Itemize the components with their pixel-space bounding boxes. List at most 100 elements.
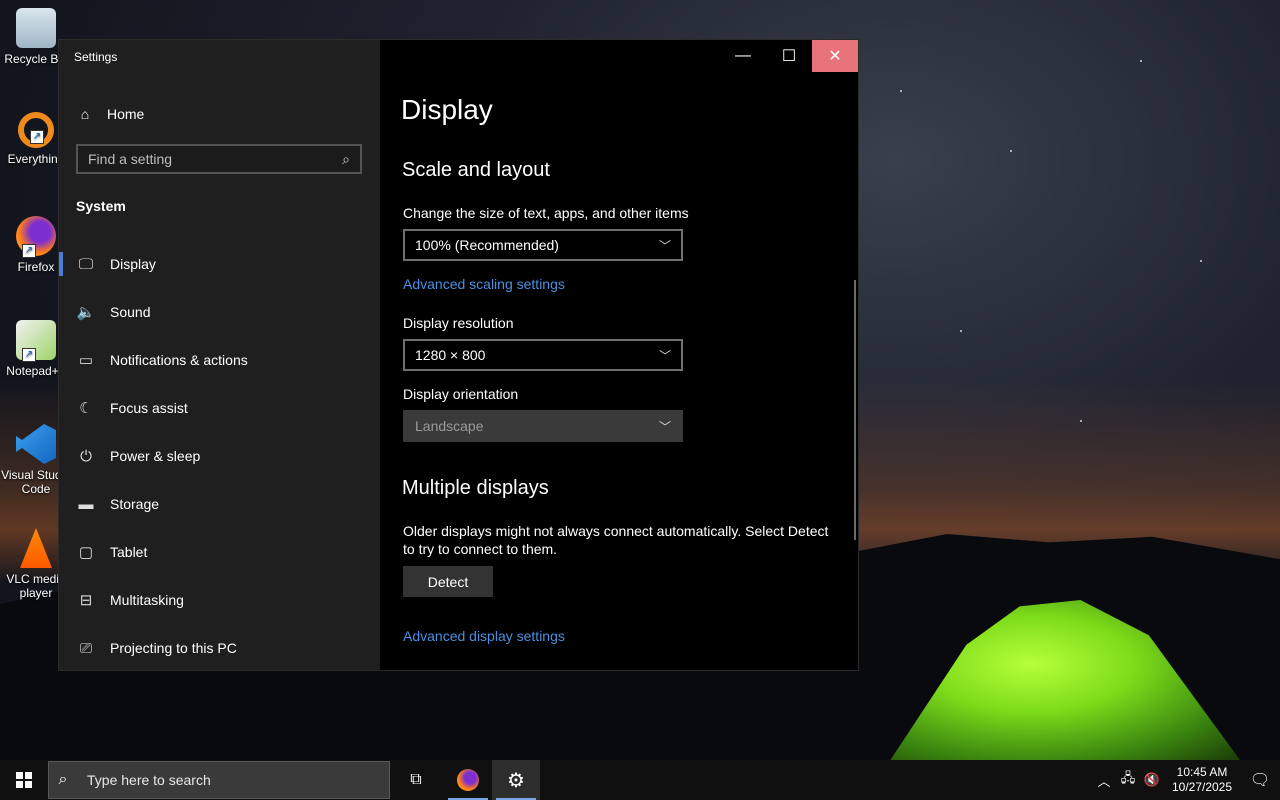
sidebar-home-label: Home (107, 106, 145, 122)
notifications-icon: ▭ (78, 352, 94, 369)
page-title: Display (401, 94, 493, 125)
advanced-display-link[interactable]: Advanced display settings (403, 628, 565, 644)
sidebar-item-focus-assist[interactable]: ☾ Focus assist (59, 384, 380, 432)
sidebar-item-label: Display (110, 256, 156, 272)
wallpaper-star (1080, 420, 1082, 422)
sidebar-item-power-sleep[interactable]: ⏻ Power & sleep (59, 432, 380, 480)
chevron-down-icon: ﹀ (658, 348, 671, 363)
search-icon: ⌕ (58, 771, 68, 788)
sidebar-item-display[interactable]: 🖵 Display (59, 240, 380, 288)
find-setting-search[interactable]: ⌕ (76, 144, 362, 174)
projecting-icon: ⎚ (79, 639, 92, 657)
shortcut-arrow-icon: ↗ (22, 348, 36, 362)
minimize-icon: — (735, 47, 751, 64)
notepadpp-icon: ↗ (16, 320, 56, 362)
taskbar-firefox[interactable] (444, 760, 492, 800)
taskbar-search[interactable]: ⌕ (48, 761, 390, 799)
sidebar-item-sound[interactable]: 🔈 Sound (59, 288, 380, 336)
clock-date: 10/27/2025 (1171, 780, 1233, 794)
multiple-displays-description: Older displays might not always connect … (403, 523, 829, 557)
shortcut-arrow-icon: ↗ (22, 244, 36, 258)
sidebar-item-label: Projecting to this PC (110, 640, 237, 656)
taskbar-settings[interactable]: ⚙ (492, 760, 540, 800)
resolution-label: Display resolution (403, 315, 514, 331)
everything-search-icon: ↗ (18, 112, 54, 148)
power-icon: ⏻ (80, 447, 92, 465)
find-setting-input[interactable] (78, 145, 332, 173)
wallpaper-star (1010, 150, 1012, 152)
size-label: Change the size of text, apps, and other… (403, 205, 689, 221)
window-title: Settings (74, 50, 118, 64)
scale-layout-heading: Scale and layout (402, 159, 550, 181)
wallpaper-star (1200, 260, 1202, 262)
maximize-icon: ☐ (781, 48, 797, 65)
multiple-displays-heading: Multiple displays (402, 477, 549, 499)
home-icon: ⌂ (80, 106, 90, 122)
sidebar-item-storage[interactable]: ▬ Storage (59, 480, 380, 528)
sidebar-item-label: Power & sleep (110, 448, 201, 464)
chevron-down-icon: ﹀ (658, 238, 671, 253)
maximize-button[interactable]: ☐ (766, 40, 812, 72)
speaker-icon: 🔈 (76, 304, 96, 321)
sidebar-item-label: Multitasking (110, 592, 184, 608)
monitor-icon: 🖵 (78, 255, 94, 273)
storage-icon: ▬ (78, 495, 94, 513)
taskbar-clock[interactable]: 10:45 AM 10/27/2025 (1164, 765, 1240, 795)
sidebar-item-label: Notifications & actions (110, 352, 248, 368)
wallpaper-star (1140, 60, 1142, 62)
close-icon: ✕ (828, 48, 842, 65)
network-icon[interactable]: 🖧 (1116, 769, 1140, 791)
sidebar-item-label: Sound (110, 304, 151, 320)
shortcut-arrow-icon: ↗ (30, 130, 44, 144)
tablet-icon: ▢ (78, 544, 94, 561)
wallpaper-star (960, 330, 962, 332)
vscode-icon (16, 424, 56, 464)
chevron-down-icon: ﹀ (658, 419, 671, 434)
close-button[interactable]: ✕ (812, 40, 858, 72)
multitasking-icon: ⊟ (79, 592, 93, 609)
action-center-icon[interactable]: 🗨 (1240, 770, 1280, 790)
settings-sidebar: Settings ⌂ Home ⌕ System 🖵 Display 🔈 Sou… (59, 40, 380, 670)
system-tray: ︿ 🖧 🔇 10:45 AM 10/27/2025 🗨 (1092, 760, 1280, 800)
sidebar-section-label: System (76, 198, 126, 214)
recycle-bin-icon (16, 8, 56, 48)
sidebar-item-tablet[interactable]: ▢ Tablet (59, 528, 380, 576)
detect-button[interactable]: Detect (403, 566, 493, 597)
resolution-dropdown-value: 1280 × 800 (415, 347, 486, 363)
windows-logo-icon (16, 772, 32, 788)
search-icon[interactable]: ⌕ (332, 151, 360, 168)
chevron-up-icon[interactable]: ︿ (1092, 771, 1116, 790)
advanced-scaling-link[interactable]: Advanced scaling settings (403, 276, 565, 292)
gear-icon: ⚙ (507, 769, 525, 792)
scale-dropdown[interactable]: 100% (Recommended) ﹀ (403, 229, 683, 261)
moon-icon: ☾ (79, 400, 93, 417)
sidebar-item-label: Tablet (110, 544, 148, 560)
task-view-button[interactable]: ⧉ (392, 760, 440, 800)
clock-time: 10:45 AM (1176, 765, 1228, 779)
orientation-dropdown[interactable]: Landscape ﹀ (403, 410, 683, 442)
scale-dropdown-value: 100% (Recommended) (415, 237, 559, 253)
firefox-icon (457, 769, 479, 791)
taskbar: ⌕ ⧉ ⚙ ︿ 🖧 🔇 10:45 AM 10/27/2025 🗨 (0, 760, 1280, 800)
start-button[interactable] (0, 760, 48, 800)
sidebar-home[interactable]: ⌂ Home (75, 102, 145, 126)
settings-window: Settings ⌂ Home ⌕ System 🖵 Display 🔈 Sou… (58, 39, 859, 671)
orientation-label: Display orientation (403, 386, 519, 402)
sidebar-item-multitasking[interactable]: ⊟ Multitasking (59, 576, 380, 624)
orientation-dropdown-value: Landscape (415, 418, 484, 434)
content-scrollbar[interactable] (854, 280, 856, 540)
taskbar-search-input[interactable] (77, 771, 389, 789)
resolution-dropdown[interactable]: 1280 × 800 ﹀ (403, 339, 683, 371)
vlc-cone-icon (20, 528, 52, 568)
sidebar-item-label: Storage (110, 496, 160, 512)
sidebar-item-projecting[interactable]: ⎚ Projecting to this PC (59, 624, 380, 672)
sidebar-item-label: Focus assist (110, 400, 188, 416)
settings-content: — ☐ ✕ Display Scale and layout Change th… (380, 40, 858, 670)
sidebar-item-notifications[interactable]: ▭ Notifications & actions (59, 336, 380, 384)
wallpaper-star (900, 90, 902, 92)
minimize-button[interactable]: — (720, 40, 766, 72)
firefox-icon: ↗ (16, 216, 56, 258)
task-view-icon: ⧉ (410, 771, 422, 788)
sidebar-nav: 🖵 Display 🔈 Sound ▭ Notifications & acti… (59, 240, 380, 672)
volume-muted-icon[interactable]: 🔇 (1140, 772, 1164, 788)
